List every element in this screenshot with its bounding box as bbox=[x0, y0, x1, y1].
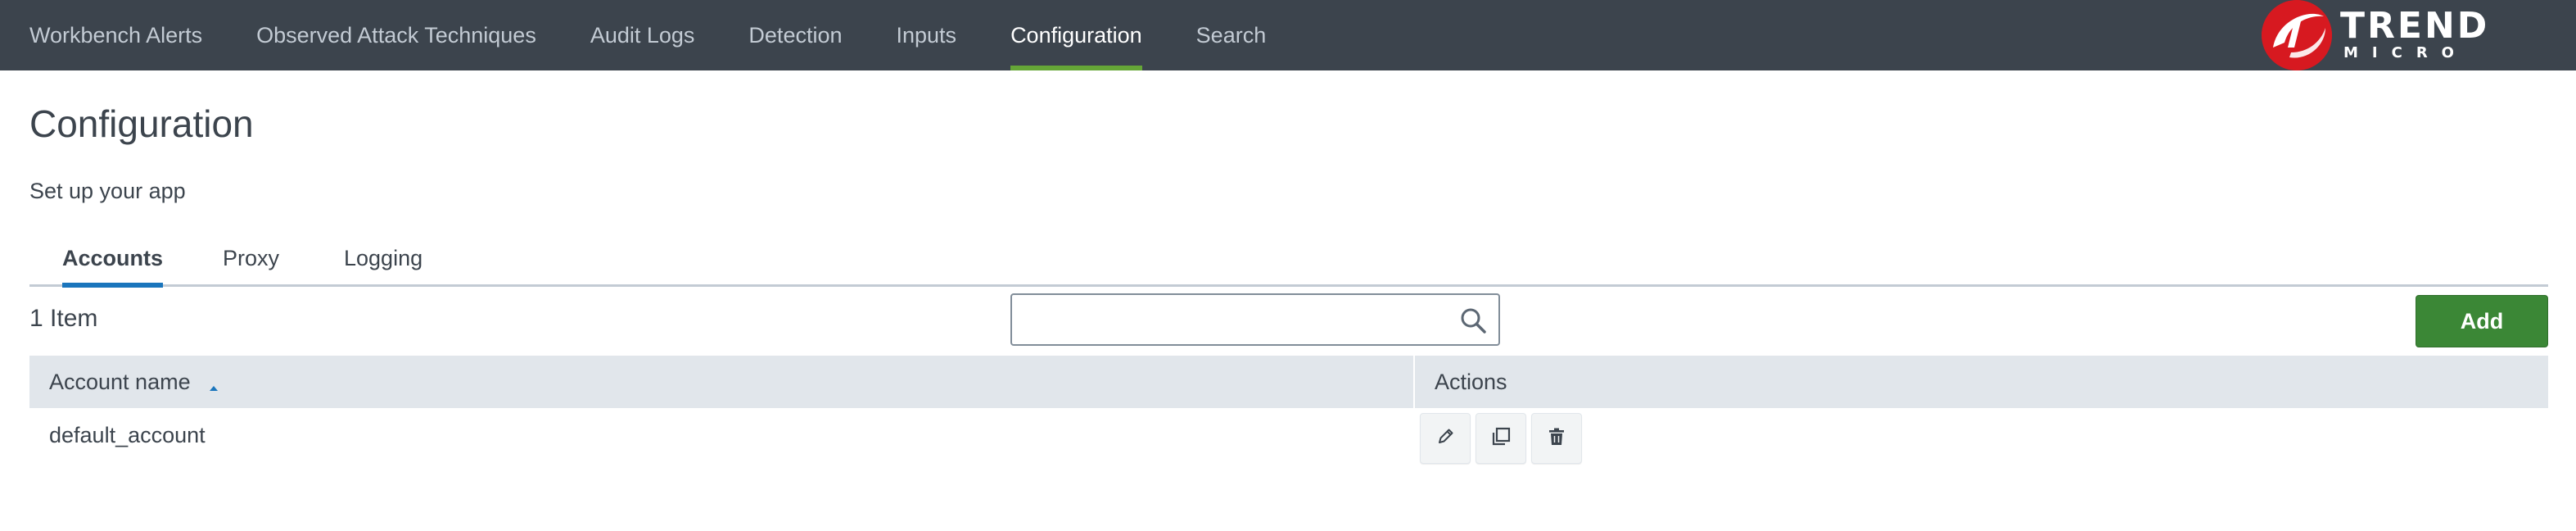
column-header-label: Account name bbox=[49, 369, 191, 394]
sort-ascending-icon bbox=[207, 375, 220, 391]
brand-word-trend: TREND bbox=[2340, 5, 2490, 47]
page-subtitle: Set up your app bbox=[29, 179, 186, 203]
nav-item-audit-logs[interactable]: Audit Logs bbox=[590, 0, 695, 70]
tab-proxy[interactable]: Proxy bbox=[223, 231, 279, 285]
edit-icon bbox=[1433, 424, 1457, 453]
column-divider bbox=[1413, 356, 1415, 408]
top-nav-bar: Workbench Alerts Observed Attack Techniq… bbox=[0, 0, 2576, 70]
search-box bbox=[1010, 293, 1500, 346]
tab-logging[interactable]: Logging bbox=[344, 231, 423, 285]
config-tabs: Accounts Proxy Logging bbox=[29, 231, 2548, 288]
nav-item-search[interactable]: Search bbox=[1196, 0, 1267, 70]
nav-item-configuration[interactable]: Configuration bbox=[1010, 0, 1142, 70]
table-header: Account name Actions bbox=[29, 356, 2548, 408]
nav-item-detection[interactable]: Detection bbox=[748, 0, 842, 70]
item-count: 1 Item bbox=[29, 305, 98, 332]
nav-item-observed-attack-techniques[interactable]: Observed Attack Techniques bbox=[256, 0, 536, 70]
delete-icon bbox=[1544, 424, 1569, 453]
clone-button[interactable] bbox=[1476, 413, 1526, 464]
add-button[interactable]: Add bbox=[2416, 295, 2548, 347]
brand-word-micro: MICRO bbox=[2343, 44, 2468, 61]
trend-micro-logo-icon bbox=[2262, 0, 2332, 70]
nav-item-inputs[interactable]: Inputs bbox=[897, 0, 957, 70]
column-header-account-name[interactable]: Account name bbox=[49, 356, 220, 408]
table-row: default_account bbox=[29, 408, 2548, 470]
clone-icon bbox=[1489, 424, 1513, 453]
nav-items: Workbench Alerts Observed Attack Techniq… bbox=[29, 0, 1320, 70]
edit-button[interactable] bbox=[1420, 413, 1471, 464]
tab-accounts[interactable]: Accounts bbox=[62, 231, 164, 288]
account-name-cell: default_account bbox=[49, 423, 206, 447]
column-header-actions: Actions bbox=[1435, 369, 1507, 394]
search-input[interactable] bbox=[1012, 295, 1454, 344]
page-title: Configuration bbox=[29, 102, 254, 145]
nav-item-workbench-alerts[interactable]: Workbench Alerts bbox=[29, 0, 202, 70]
brand-logo: TREND MICRO bbox=[2258, 0, 2488, 70]
delete-button[interactable] bbox=[1531, 413, 1582, 464]
search-icon[interactable] bbox=[1459, 306, 1487, 334]
